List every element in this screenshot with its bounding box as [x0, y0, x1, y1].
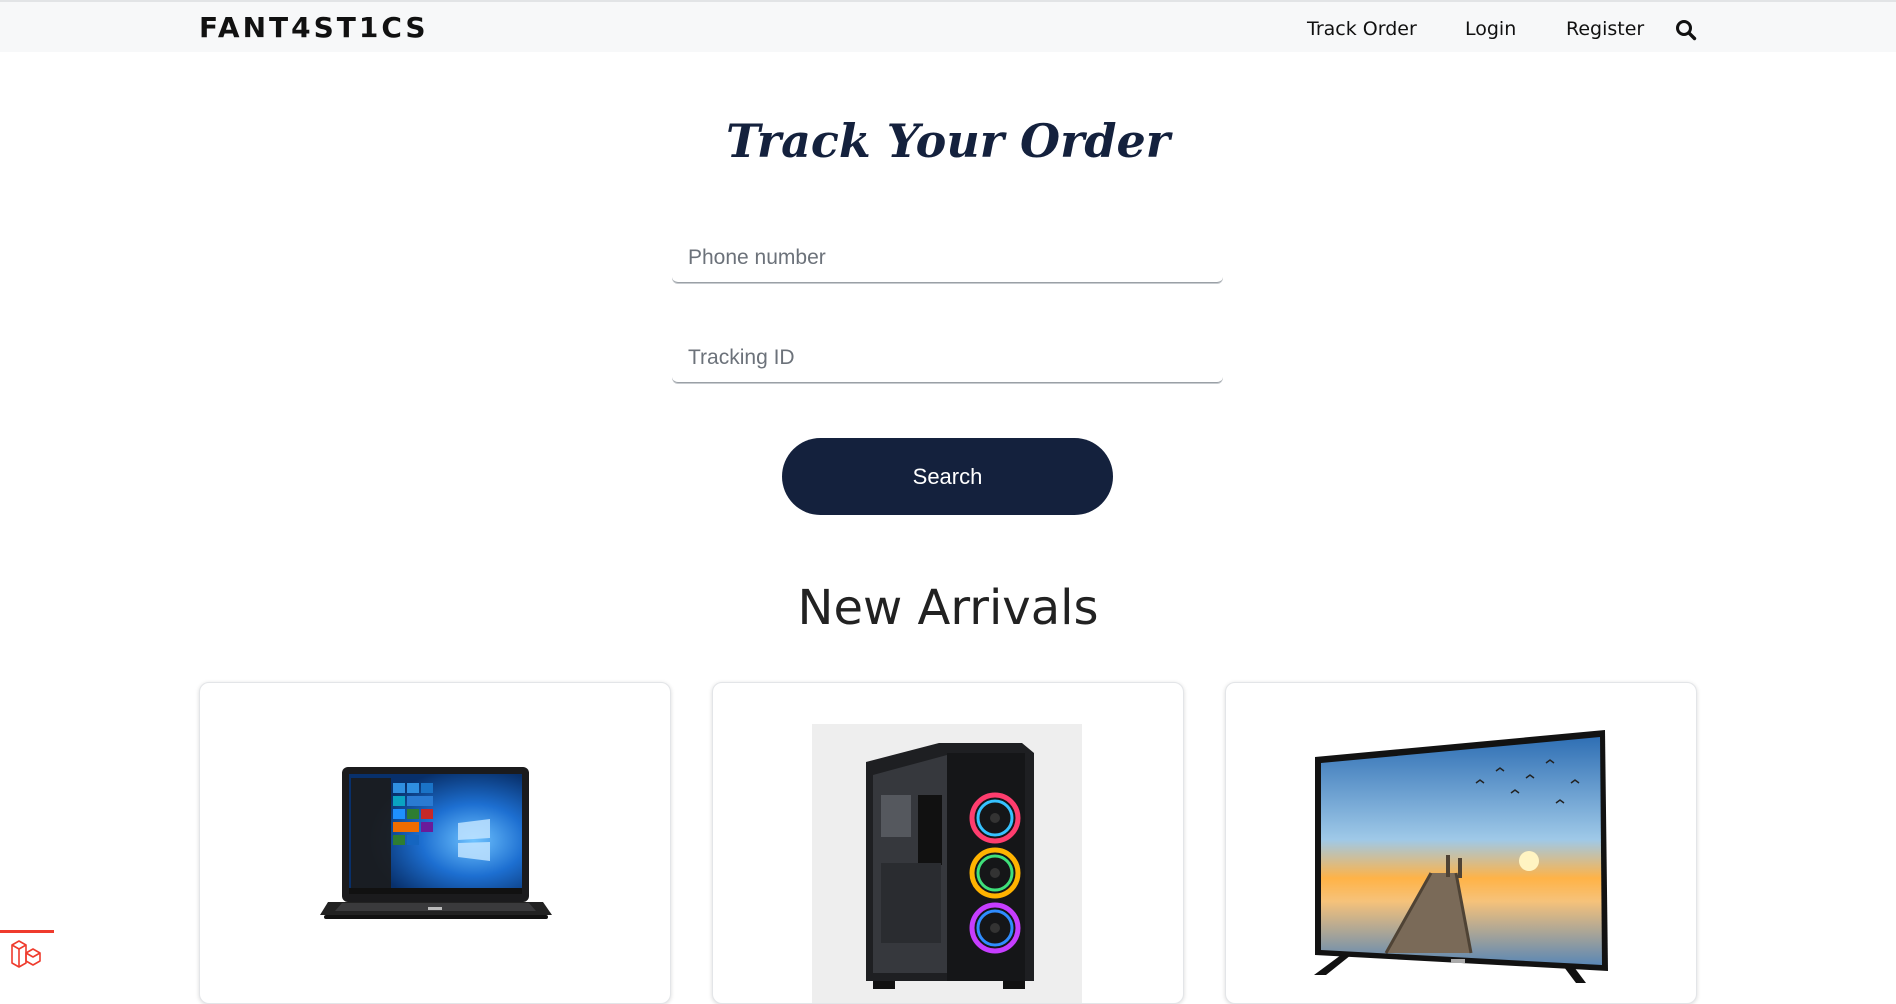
search-icon[interactable] [1675, 19, 1697, 41]
page-title: Track Your Order [725, 114, 1170, 168]
product-card[interactable] [199, 682, 671, 1004]
product-image-television[interactable] [1226, 683, 1696, 1003]
laravel-logo-icon[interactable] [0, 933, 54, 975]
product-card[interactable] [712, 682, 1184, 1004]
tracking-id-input[interactable] [672, 333, 1223, 383]
nav-login[interactable]: Login [1465, 18, 1516, 40]
nav-track-order[interactable]: Track Order [1307, 18, 1417, 40]
search-button[interactable]: Search [782, 438, 1113, 515]
nav-register[interactable]: Register [1566, 18, 1644, 40]
phone-number-input[interactable] [672, 233, 1223, 283]
brand-logo[interactable]: FANT4ST1CS [199, 11, 429, 44]
top-navbar: FANT4ST1CS Track Order Login Register [0, 0, 1896, 52]
product-card[interactable] [1225, 682, 1697, 1004]
product-image-pc-case[interactable] [713, 683, 1183, 1003]
debug-toolbar-badge[interactable] [0, 930, 54, 975]
product-image-laptop[interactable] [200, 683, 670, 1003]
new-arrivals-heading: New Arrivals [797, 580, 1099, 636]
